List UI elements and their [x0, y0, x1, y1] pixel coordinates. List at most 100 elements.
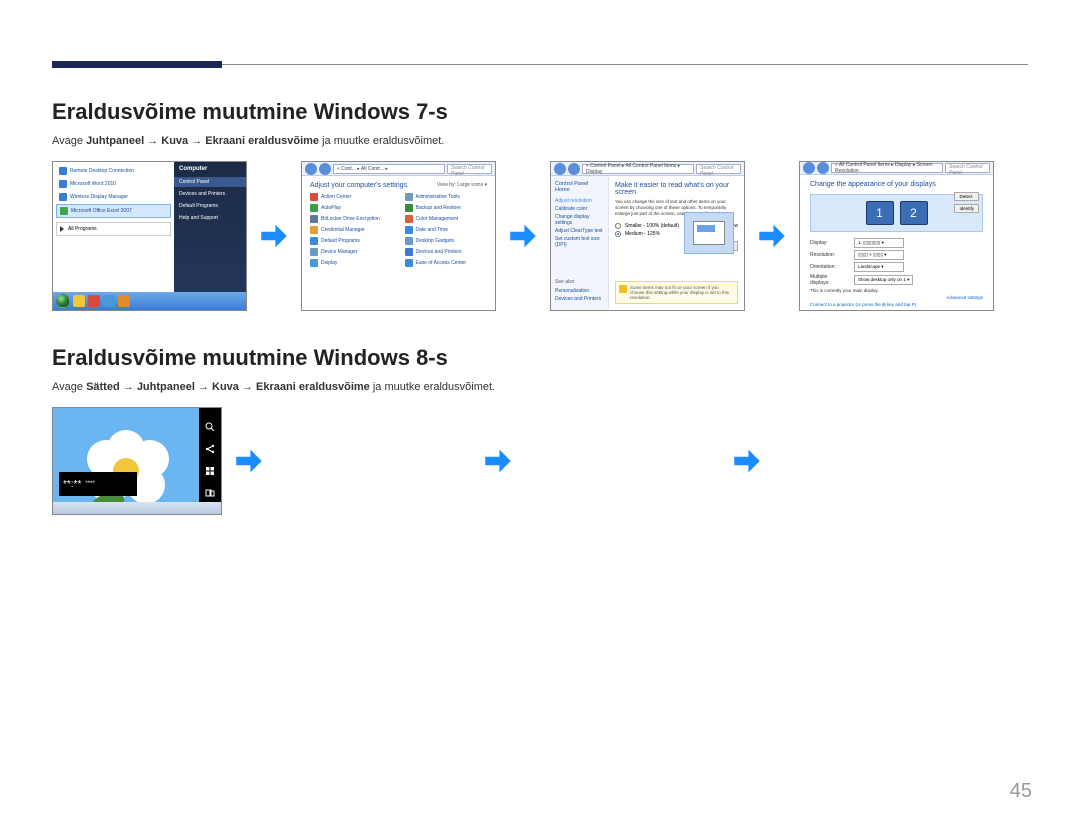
item-icon [310, 237, 318, 245]
taskbar-icon[interactable] [103, 295, 115, 307]
control-panel-item[interactable]: BitLocker Drive Encryption [310, 215, 393, 223]
label-multiple: Multiple displays: [810, 274, 848, 286]
screenshot-display-settings: « Control Panel ▸ All Control Panel Item… [550, 161, 745, 311]
display-dropdown[interactable]: 1. ▯▯▯▯▯▯▯ ▾ [854, 238, 904, 248]
sidebar-link[interactable]: Adjust resolution [555, 197, 604, 205]
item-icon [405, 237, 413, 245]
arrow-right-icon [730, 444, 764, 478]
charm-devices-icon[interactable] [203, 488, 217, 498]
help-support-link[interactable]: Help and Support [179, 213, 241, 223]
nav-forward-icon[interactable] [817, 162, 829, 174]
item-label: Device Manager [321, 249, 357, 255]
nav-back-icon[interactable] [305, 163, 317, 175]
display-heading: Make it easier to read what's on your sc… [615, 182, 738, 196]
devices-printers-link[interactable]: Devices and Printers [179, 189, 241, 199]
search-input[interactable]: Search Control Panel [945, 163, 990, 173]
header-rule [52, 64, 1028, 65]
taskbar-icon[interactable] [118, 295, 130, 307]
startmenu-item-selected[interactable]: Microsoft Office Excel 2007 [56, 204, 171, 218]
item-icon [405, 193, 413, 201]
sidebar-link[interactable]: Change display settings [555, 213, 604, 227]
nav-back-icon[interactable] [803, 162, 815, 174]
startmenu-item[interactable]: Microsoft Word 2010 [56, 178, 171, 190]
section1-title: Eraldusvõime muutmine Windows 7-s [52, 99, 1028, 125]
app-icon [59, 167, 67, 175]
resolution-dropdown[interactable]: ▯▯▯▯ × ▯▯▯▯ ▾ [854, 250, 904, 260]
sidebar-header[interactable]: Control Panel Home [555, 181, 604, 193]
clock-time: **:** [63, 479, 81, 490]
monitor-1[interactable]: 1 [866, 201, 894, 225]
item-icon [405, 259, 413, 267]
control-panel-item[interactable]: Action Center [310, 193, 393, 201]
nav-forward-icon[interactable] [319, 163, 331, 175]
item-icon [310, 215, 318, 223]
start-orb-icon[interactable] [56, 294, 70, 308]
control-panel-item[interactable]: Administrative Tools [405, 193, 488, 201]
startmenu-item[interactable]: Wireless Display Manager [56, 191, 171, 203]
sidebar-link[interactable]: Devices and Printers [555, 295, 604, 303]
multiple-displays-dropdown[interactable]: Show desktop only on 1 ▾ [854, 275, 913, 285]
identify-button[interactable]: Identify [954, 204, 979, 213]
section2-instruction: Avage Sätted → Juhtpaneel → Kuva → Ekraa… [52, 381, 1028, 393]
control-panel-link[interactable]: Control Panel [174, 177, 246, 187]
arrow-right-icon [755, 219, 789, 253]
sidebar-link[interactable]: Adjust ClearType text [555, 227, 604, 235]
control-panel-item[interactable]: Color Management [405, 215, 488, 223]
control-panel-item[interactable]: Device Manager [310, 248, 393, 256]
section2-title: Eraldusvõime muutmine Windows 8-s [52, 345, 1028, 371]
address-bar[interactable]: « All Control Panel Items ▸ Display ▸ Sc… [831, 163, 943, 173]
view-by-dropdown[interactable]: View by: Large icons ▾ [437, 182, 487, 188]
default-programs-link[interactable]: Default Programs [179, 201, 241, 211]
app-icon [60, 207, 68, 215]
arrow-right-icon [506, 219, 540, 253]
control-panel-item[interactable]: Desktop Gadgets [405, 237, 488, 245]
label-orientation: Orientation: [810, 264, 848, 270]
sidebar-link[interactable]: Set custom text size (DPI) [555, 235, 604, 249]
charms-bar [199, 408, 221, 502]
address-bar[interactable]: « Control Panel ▸ All Control Panel Item… [582, 164, 694, 174]
charm-share-icon[interactable] [203, 444, 217, 454]
search-input[interactable]: Search Control Panel [696, 164, 741, 174]
monitor-2[interactable]: 2 [900, 201, 928, 225]
item-label: Credential Manager [321, 227, 365, 233]
app-icon [59, 180, 67, 188]
address-bar[interactable]: « Cont... ▸ All Contr... ▸ [333, 164, 445, 174]
all-programs-button[interactable]: All Programs [56, 222, 171, 236]
taskbar-icon[interactable] [88, 295, 100, 307]
advanced-settings-link[interactable]: Advanced settings [810, 295, 983, 300]
charm-search-icon[interactable] [203, 422, 217, 432]
control-panel-item[interactable]: Backup and Restore [405, 204, 488, 212]
sidebar-link[interactable]: Personalization [555, 287, 604, 295]
control-panel-item[interactable]: Credential Manager [310, 226, 393, 234]
triangle-icon [60, 226, 64, 232]
control-panel-item[interactable]: Ease of Access Center [405, 259, 488, 267]
detect-button[interactable]: Detect [954, 192, 979, 201]
item-label: Desktop Gadgets [416, 238, 455, 244]
nav-back-icon[interactable] [554, 163, 566, 175]
nav-forward-icon[interactable] [568, 163, 580, 175]
window-chrome: « Control Panel ▸ All Control Panel Item… [551, 162, 744, 176]
computer-link[interactable]: Computer [179, 166, 241, 172]
charm-start-icon[interactable] [203, 466, 217, 476]
item-icon [405, 248, 413, 256]
item-label: Display [321, 260, 337, 266]
projector-link[interactable]: Connect to a projector (or press the ⊞ k… [810, 302, 983, 308]
item-icon [310, 259, 318, 267]
search-input[interactable]: Search Control Panel [447, 164, 492, 174]
text-size-link[interactable]: Make text and other items larger or smal… [810, 310, 983, 311]
arrow-right-icon [481, 444, 515, 478]
control-panel-item[interactable]: Display [310, 259, 393, 267]
control-panel-item[interactable]: AutoPlay [310, 204, 393, 212]
orientation-dropdown[interactable]: Landscape ▾ [854, 262, 904, 272]
item-icon [310, 226, 318, 234]
item-label: Date and Time [416, 227, 449, 233]
control-panel-item[interactable]: Default Programs [310, 237, 393, 245]
item-label: Action Center [321, 194, 351, 200]
screenres-heading: Change the appearance of your displays [810, 181, 983, 188]
taskbar-icon[interactable] [73, 295, 85, 307]
control-panel-item[interactable]: Devices and Printers [405, 248, 488, 256]
startmenu-item[interactable]: Remote Desktop Connection [56, 165, 171, 177]
sidebar-link[interactable]: Calibrate color [555, 205, 604, 213]
control-panel-item[interactable]: Date and Time [405, 226, 488, 234]
arrow-right-icon [232, 444, 266, 478]
